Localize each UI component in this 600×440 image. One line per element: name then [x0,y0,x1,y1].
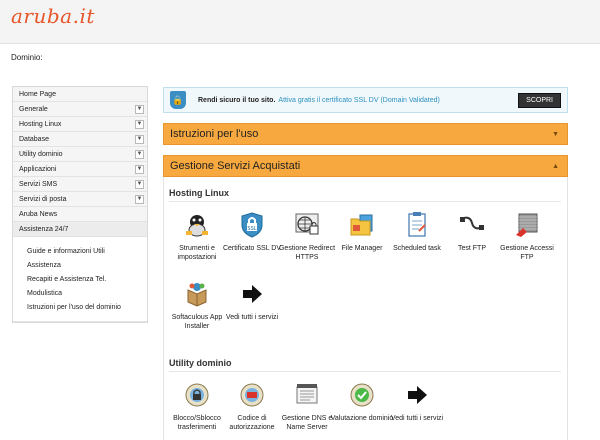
chevron-down-icon[interactable]: ▼ [135,104,144,114]
sidebar-item-generale[interactable]: Generale ▼ [13,102,147,117]
accordion-istruzioni[interactable]: Istruzioni per l'uso ▼ [163,123,568,145]
sidebar-item-label: Servizi di posta [19,195,67,203]
domain-label: Dominio: [11,53,43,62]
section-divider [169,371,561,372]
chevron-down-icon[interactable]: ▼ [135,149,144,159]
section-title-utility: Utility dominio [169,358,232,368]
tile-accessi-ftp[interactable]: Gestione Accessi FTP [494,210,560,262]
submenu-item-assistenza[interactable]: Assistenza [13,259,147,273]
chevron-down-icon[interactable]: ▼ [135,119,144,129]
accordion-servizi[interactable]: Gestione Servizi Acquistati ▲ [163,155,568,177]
scheduled-task-icon [402,210,432,240]
settings-tools-icon [182,210,212,240]
banner-link[interactable]: Attiva gratis il certificato SSL DV (Dom… [278,97,439,104]
ssl-banner: 🔒 Rendi sicuro il tuo sito. Attiva gratis… [163,87,568,113]
banner-text: Rendi sicuro il tuo sito. Attiva gratis i… [198,97,440,104]
sidebar-item-label: Applicazioni [19,165,57,173]
top-bar: aruba.it [0,0,600,44]
accordion-title: Gestione Servizi Acquistati [170,160,301,172]
sidebar-item-label: Servizi SMS [19,180,58,188]
services-panel: Hosting Linux Strumenti e impostazioni S… [163,177,568,440]
dns-icon [292,380,322,410]
sidebar-item-hosting-linux[interactable]: Hosting Linux ▼ [13,117,147,132]
submenu-item-recapiti[interactable]: Recapiti e Assistenza Tel. [13,273,147,287]
ssl-certificate-icon: SSL [237,210,267,240]
submenu-item-modulistica[interactable]: Modulistica [13,287,147,301]
sidebar-item-database[interactable]: Database ▼ [13,132,147,147]
shield-icon: 🔒 [170,91,186,109]
sidebar-item-label: Assistenza 24/7 [19,225,69,233]
chevron-down-icon[interactable]: ▼ [135,179,144,189]
file-manager-icon [347,210,377,240]
chevron-down-icon[interactable]: ▼ [135,134,144,144]
test-ftp-icon [457,210,487,240]
softaculous-icon [182,279,212,309]
submenu-item-istruzioni[interactable]: Istruzioni per l'uso del dominio [13,301,147,315]
sidebar-item-applicazioni[interactable]: Applicazioni ▼ [13,162,147,177]
chevron-down-icon[interactable]: ▼ [135,164,144,174]
tile-vedi-tutti-utility[interactable]: Vedi tutti i servizi [384,380,450,423]
sidebar-item-label: Utility dominio [19,150,63,158]
submenu-item-guide[interactable]: Guide e informazioni Utili [13,245,147,259]
sidebar: Home Page Generale ▼ Hosting Linux ▼ Datab… [12,86,148,323]
sidebar-item-label: Home Page [19,90,56,98]
sidebar-item-servizi-posta[interactable]: Servizi di posta ▼ [13,192,147,207]
sidebar-item-label: Database [19,135,49,143]
sidebar-item-home[interactable]: Home Page [13,87,147,102]
arrow-right-icon [402,380,432,410]
sidebar-item-aruba-news[interactable]: Aruba News [13,207,147,222]
banner-headline: Rendi sicuro il tuo sito. [198,96,276,104]
ftp-access-icon [512,210,542,240]
auth-code-icon [237,380,267,410]
tile-label: Vedi tutti i servizi [390,415,444,422]
caret-down-icon: ▼ [552,130,559,138]
tile-vedi-tutti-hosting[interactable]: Vedi tutti i servizi [219,279,285,322]
accordion-title: Istruzioni per l'uso [170,128,259,140]
tile-label: Gestione Accessi FTP [500,245,554,261]
scopri-button[interactable]: SCOPRI [518,92,561,108]
sidebar-item-label: Hosting Linux [19,120,62,128]
svg-text:SSL: SSL [247,226,256,232]
sidebar-item-assistenza[interactable]: Assistenza 24/7 [13,222,147,237]
sidebar-item-utility-dominio[interactable]: Utility dominio ▼ [13,147,147,162]
domain-valuation-icon [347,380,377,410]
chevron-down-icon[interactable]: ▼ [135,194,144,204]
caret-up-icon: ▲ [552,162,559,170]
sidebar-item-servizi-sms[interactable]: Servizi SMS ▼ [13,177,147,192]
section-divider [169,201,561,202]
sidebar-item-label: Aruba News [19,210,58,218]
lock-unlock-icon [182,380,212,410]
section-title-hosting: Hosting Linux [169,188,229,198]
tile-label: Vedi tutti i servizi [225,314,279,321]
aruba-logo[interactable]: aruba.it [11,4,95,28]
sidebar-item-label: Generale [19,105,48,113]
https-redirect-icon [292,210,322,240]
arrow-right-icon [237,279,267,309]
assistenza-submenu: Guide e informazioni Utili Assistenza Re… [13,237,147,322]
